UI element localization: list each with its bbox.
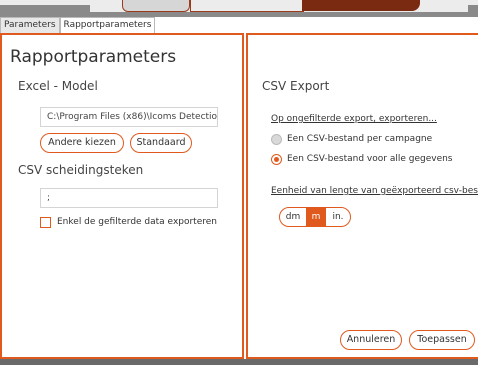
apply-button[interactable]: Toepassen <box>409 330 475 350</box>
csv-separator-heading: CSV scheidingsteken <box>18 163 144 177</box>
radio-all-data-label: Een CSV-bestand voor alle gegevens <box>287 154 453 164</box>
radio-per-campaign-label: Een CSV-bestand per campagne <box>287 134 433 144</box>
csv-export-heading: CSV Export <box>262 79 330 93</box>
window-chrome <box>0 0 478 17</box>
cancel-button[interactable]: Annuleren <box>340 330 402 350</box>
csv-separator-input[interactable]: ; <box>40 188 218 208</box>
default-button[interactable]: Standaard <box>130 133 192 153</box>
unit-dm-option[interactable]: dm <box>280 208 306 226</box>
bottom-bar <box>0 359 478 365</box>
tab-parameters[interactable]: Parameters <box>0 17 60 34</box>
top-tab-2[interactable] <box>190 0 304 12</box>
tab-bar: Parameters Rapportparameters <box>0 17 156 34</box>
radio-per-campaign[interactable] <box>271 134 282 145</box>
page-title: Rapportparameters <box>10 47 177 67</box>
unfiltered-export-heading: Op ongefilterde export, exporteren... <box>271 114 437 124</box>
radio-all-data[interactable] <box>271 154 282 165</box>
unit-m-option[interactable]: m <box>306 208 326 226</box>
filtered-only-label: Enkel de gefilterde data exporteren <box>57 217 217 227</box>
top-tab-1[interactable] <box>122 0 190 12</box>
length-unit-heading: Eenheid van lengte van geëxporteerd csv-… <box>271 186 478 196</box>
excel-path-input[interactable]: C:\Program Files (x86)\Icoms Detections\ <box>40 107 218 127</box>
right-panel: CSV Export Op ongefilterde export, expor… <box>246 33 478 359</box>
unit-in-option[interactable]: in. <box>326 208 350 226</box>
length-unit-selector: dm m in. <box>279 207 351 227</box>
top-tab-3[interactable] <box>302 0 420 11</box>
excel-model-heading: Excel - Model <box>18 79 98 93</box>
filtered-only-checkbox[interactable] <box>40 217 51 228</box>
left-panel: Rapportparameters Excel - Model C:\Progr… <box>0 33 244 359</box>
tab-rapportparameters[interactable]: Rapportparameters <box>59 17 156 34</box>
choose-other-button[interactable]: Andere kiezen <box>40 133 124 153</box>
